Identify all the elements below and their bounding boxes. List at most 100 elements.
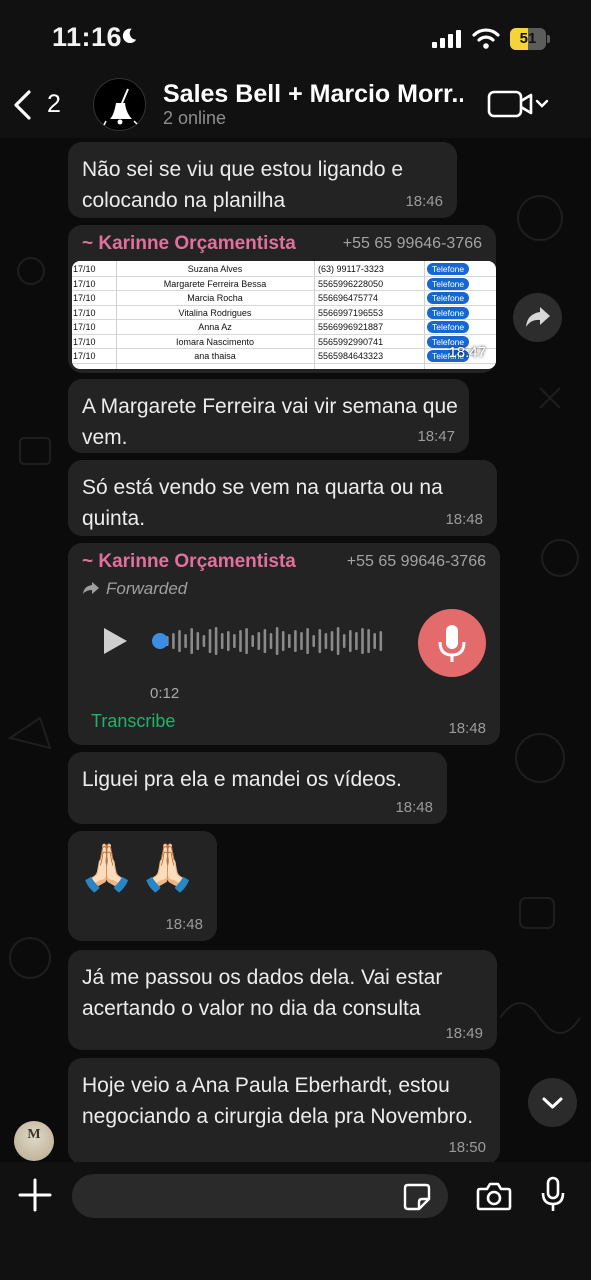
waveform-bar	[269, 633, 273, 649]
message-bubble[interactable]: Já me passou os dados dela. Vai estar ac…	[68, 950, 497, 1050]
sender-phone[interactable]: +55 65 99646-3766	[343, 235, 482, 253]
message-bubble[interactable]: Hoje veio a Ana Paula Eberhardt, estou n…	[68, 1058, 500, 1162]
waveform-bar	[220, 633, 224, 649]
message-text: Hoje veio a Ana Paula Eberhardt, estou n…	[82, 1074, 474, 1128]
waveform-bar	[318, 629, 322, 653]
waveform-bar	[275, 627, 279, 655]
sheet-name: Iomara Nascimento	[175, 336, 255, 347]
moon-icon	[122, 28, 137, 44]
waveform-bar	[233, 634, 236, 648]
unread-count: 2	[47, 90, 61, 118]
voice-message-bubble[interactable]: ~ Karinne Orçamentista +55 65 99646-3766…	[68, 543, 500, 745]
group-name[interactable]: Sales Bell + Marcio Morr...	[163, 80, 463, 109]
sheet-date: 17/10	[73, 351, 96, 361]
waveform-bar	[245, 628, 248, 654]
sheet-row: 17/10 Suzana Alves (63) 99117-3323 Telefone	[72, 262, 496, 277]
status-time: 11:16	[52, 22, 123, 52]
message-bubble[interactable]: A Margarete Ferreira vai vir semana que …	[68, 379, 469, 453]
sheet-phone: 556696475774	[318, 293, 379, 303]
forwarded-icon	[83, 582, 99, 594]
waveform-bar	[379, 631, 383, 651]
waveform-bar	[312, 635, 315, 647]
battery-icon: 51	[510, 28, 550, 50]
sheet-phone: (63) 99117-3323	[318, 264, 384, 274]
waveform-bar	[178, 630, 181, 652]
sheet-name: ana thaisa	[194, 351, 236, 361]
waveform-bar	[281, 631, 285, 651]
waveform-bar	[214, 627, 218, 655]
waveform-bar	[349, 630, 352, 652]
sheet-tag: Telefone	[427, 306, 470, 319]
waveform-bar	[257, 632, 261, 650]
forward-icon	[526, 307, 550, 327]
message-time: 18:50	[448, 1139, 486, 1156]
waveform-bar	[202, 635, 206, 647]
camera-icon[interactable]	[476, 1180, 512, 1212]
sheet-tag: Telefone	[427, 277, 470, 290]
message-bubble[interactable]: Só está vendo se vem na quarta ou na qui…	[68, 460, 497, 536]
message-bubble[interactable]: Não sei se viu que estou ligando e coloc…	[68, 142, 457, 218]
image-message-bubble[interactable]: ~ Karinne Orçamentista +55 65 99646-3766…	[68, 225, 496, 373]
sender-phone[interactable]: +55 65 99646-3766	[347, 553, 486, 571]
signal-icon	[432, 30, 462, 48]
waveform-bar	[288, 634, 291, 648]
message-bubble[interactable]: Liguei pra ela e mandei os vídeos. 18:48	[68, 752, 447, 824]
waveform-bar	[330, 631, 334, 651]
sheet-name: Suzana Alves	[187, 264, 243, 274]
waveform-bar	[361, 628, 364, 654]
status-bar: 11:16 51	[0, 0, 591, 78]
audio-waveform[interactable]	[152, 625, 392, 657]
sender-avatar[interactable]: M	[14, 1121, 54, 1161]
forwarded-label: Forwarded	[82, 579, 187, 599]
transcribe-button[interactable]: Transcribe	[91, 711, 175, 732]
message-input[interactable]	[72, 1174, 448, 1218]
sheet-tag: Telefone	[427, 321, 470, 333]
message-time: 18:47	[448, 344, 486, 361]
sheet-phone: 5565984643323	[318, 351, 384, 361]
group-avatar[interactable]	[93, 78, 146, 131]
waveform-bar	[239, 630, 242, 652]
plus-icon[interactable]	[18, 1178, 52, 1212]
scroll-to-bottom-button[interactable]	[528, 1078, 577, 1127]
message-text: Só está vendo se vem na quarta ou na qui…	[82, 476, 443, 530]
spreadsheet-image[interactable]: 17/10 Suzana Alves (63) 99117-3323 Telefone…	[72, 261, 496, 369]
sheet-phone: 5565996228050	[318, 278, 384, 289]
play-icon[interactable]	[100, 625, 130, 657]
sheet-tag: Telefone	[427, 292, 470, 304]
waveform-bar	[373, 633, 376, 649]
waveform-bar	[336, 627, 340, 655]
microphone-icon[interactable]	[540, 1176, 566, 1214]
message-time: 18:48	[448, 720, 486, 737]
sheet-tag: Telefone	[427, 263, 470, 275]
waveform-bar	[184, 634, 187, 648]
sheet-phone: 5566997196553	[318, 307, 384, 318]
message-time: 18:49	[445, 1025, 483, 1042]
message-time: 18:48	[165, 916, 203, 933]
sheet-date: 17/10	[73, 322, 96, 332]
message-time: 18:46	[405, 193, 443, 210]
sticker-icon[interactable]	[402, 1182, 432, 1212]
emoji-message-bubble[interactable]: 🙏🏻🙏🏻 18:48	[68, 831, 217, 941]
sheet-phone: 5565992990741	[318, 336, 384, 347]
sheet-name: Anna Az	[198, 322, 232, 332]
sheet-date: 17/10	[73, 278, 96, 289]
waveform-bar	[294, 630, 297, 652]
forward-button[interactable]	[513, 293, 562, 342]
video-call-icon[interactable]	[487, 88, 549, 120]
message-time: 18:47	[417, 428, 455, 445]
sheet-name: Vitalina Rodrigues	[178, 307, 252, 318]
waveform-bar	[306, 628, 309, 654]
chat-header: 2 Sales Bell + Marcio Morr... 2 online	[0, 78, 591, 138]
waveform-bar	[190, 628, 193, 654]
message-list[interactable]: Não sei se viu que estou ligando e coloc…	[0, 138, 591, 1162]
battery-level: 51	[519, 30, 537, 47]
sheet-name: Marcia Rocha	[187, 293, 243, 303]
message-time: 18:48	[395, 799, 433, 816]
message-time: 18:48	[445, 511, 483, 528]
message-text: Já me passou os dados dela. Vai estar ac…	[82, 966, 443, 1020]
group-status: 2 online	[163, 108, 227, 128]
back-button[interactable]: 2	[10, 88, 70, 124]
forwarded-text: Forwarded	[106, 579, 188, 598]
message-text: A Margarete Ferreira vai vir semana que …	[82, 395, 458, 449]
waveform-bar	[367, 629, 370, 653]
